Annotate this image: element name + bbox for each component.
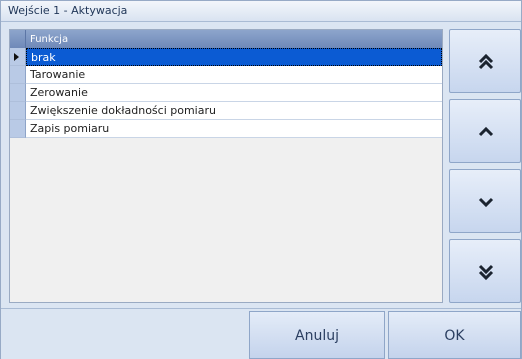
title-bar: Wejście 1 - Aktywacja [1, 1, 521, 22]
double-chevron-up-icon [478, 53, 494, 70]
row-indicator [10, 84, 26, 102]
ok-label: OK [444, 328, 465, 344]
row-indicator [10, 102, 26, 120]
row-indicator [10, 120, 26, 138]
chevron-down-icon [478, 197, 494, 208]
function-grid[interactable]: Funkcja brak Tarowanie Zerowanie Zwiększ… [9, 29, 443, 303]
header-gutter [10, 30, 26, 48]
scroll-buttons [449, 29, 521, 303]
row-label: Tarowanie [30, 68, 86, 81]
list-item[interactable]: Zerowanie [26, 84, 442, 102]
row-indicator [10, 48, 26, 66]
grid-header: Funkcja [10, 30, 442, 49]
cancel-button[interactable]: Anuluj [249, 311, 385, 359]
current-row-arrow-icon [14, 53, 19, 61]
table-row[interactable]: Zwiększenie dokładności pomiaru [10, 102, 442, 120]
table-row[interactable]: brak [10, 48, 442, 66]
row-label: brak [31, 51, 56, 64]
row-label: Zwiększenie dokładności pomiaru [30, 104, 216, 117]
window-title: Wejście 1 - Aktywacja [8, 4, 128, 17]
list-item[interactable]: Zapis pomiaru [26, 120, 442, 138]
row-label: Zapis pomiaru [30, 122, 110, 135]
chevron-up-icon [478, 126, 494, 137]
column-header-funkcja[interactable]: Funkcja [30, 34, 68, 45]
row-indicator [10, 66, 26, 84]
scroll-bottom-button[interactable] [449, 239, 521, 303]
double-chevron-down-icon [478, 264, 494, 281]
table-row[interactable]: Zerowanie [10, 84, 442, 102]
list-item[interactable]: Zwiększenie dokładności pomiaru [26, 102, 442, 120]
table-row[interactable]: Tarowanie [10, 66, 442, 84]
list-item[interactable]: Tarowanie [26, 66, 442, 84]
scroll-down-button[interactable] [449, 169, 521, 233]
scroll-up-button[interactable] [449, 99, 521, 163]
activation-window: Wejście 1 - Aktywacja Funkcja brak Tarow… [0, 0, 522, 359]
ok-button[interactable]: OK [388, 311, 521, 359]
scroll-top-button[interactable] [449, 29, 521, 93]
list-item[interactable]: brak [26, 48, 442, 66]
table-row[interactable]: Zapis pomiaru [10, 120, 442, 138]
cancel-label: Anuluj [295, 328, 339, 344]
row-label: Zerowanie [30, 86, 88, 99]
